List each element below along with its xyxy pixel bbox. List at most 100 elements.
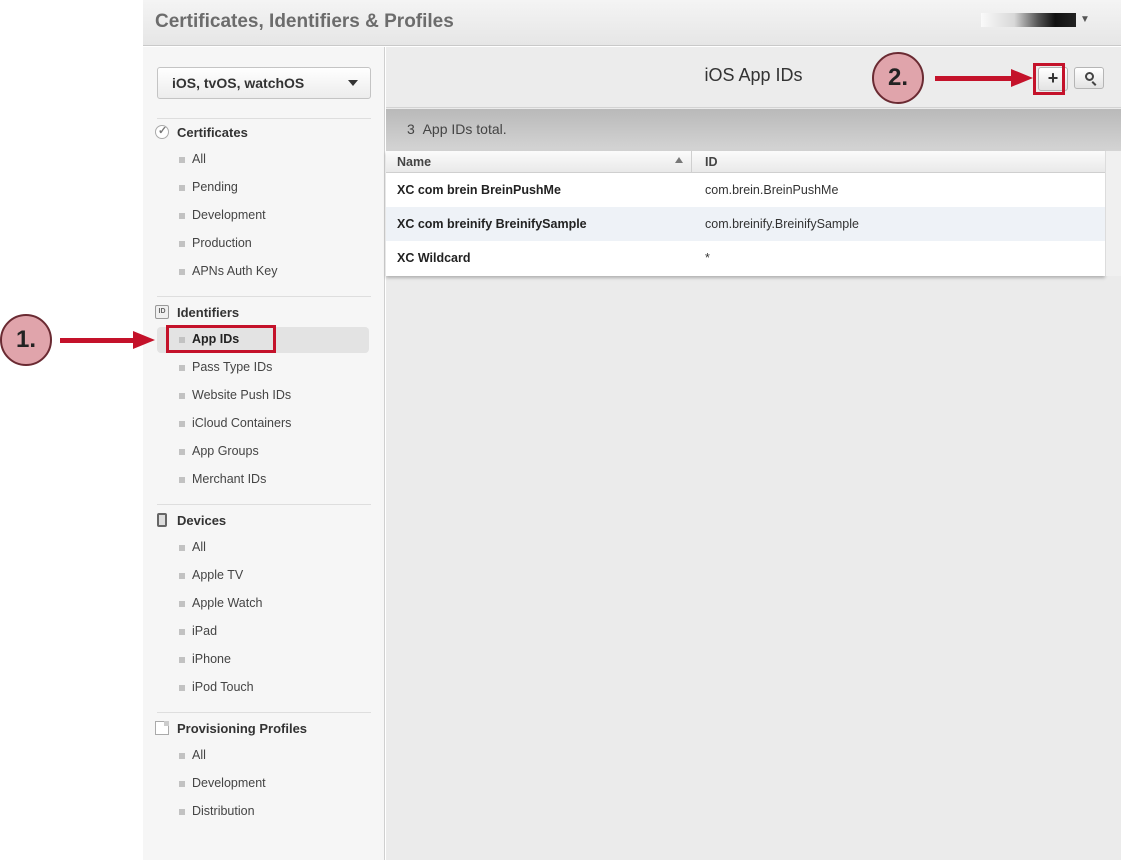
divider	[157, 712, 371, 713]
row-name: XC com breinify BreinifySample	[397, 217, 587, 231]
sidebar-item-certificates-production[interactable]: Production	[157, 231, 369, 257]
device-icon	[157, 513, 167, 527]
bullet-icon	[179, 809, 185, 815]
sidebar-item-label: iPad	[192, 624, 218, 638]
divider	[157, 504, 371, 505]
certificate-icon	[155, 124, 169, 139]
sidebar-item-apple-tv[interactable]: Apple TV	[157, 563, 369, 589]
sidebar-item-profiles-distribution[interactable]: Distribution	[157, 799, 369, 825]
search-icon	[1085, 72, 1094, 81]
section-title: Identifiers	[177, 305, 240, 320]
sidebar-item-website-push-ids[interactable]: Website Push IDs	[157, 383, 369, 409]
sidebar-item-certificates-pending[interactable]: Pending	[157, 175, 369, 201]
column-divider	[691, 151, 692, 173]
sidebar-item-apple-watch[interactable]: Apple Watch	[157, 591, 369, 617]
sidebar-item-label: App Groups	[192, 444, 259, 458]
bullet-icon	[179, 213, 185, 219]
arrow-right-icon	[133, 331, 155, 349]
sidebar-item-label: Distribution	[192, 804, 255, 818]
arrow-line	[935, 76, 1013, 81]
sidebar-item-apns-auth-key[interactable]: APNs Auth Key	[157, 259, 369, 285]
arrow-right-icon	[1011, 69, 1033, 87]
top-header: Certificates, Identifiers & Profiles ▼	[143, 0, 1121, 46]
bullet-icon	[179, 573, 185, 579]
main-panel: iOS App IDs + 3 App IDs total. Name ID X…	[386, 47, 1121, 860]
sidebar-item-label: Apple Watch	[192, 596, 263, 610]
row-id: com.breinify.BreinifySample	[705, 217, 859, 231]
sidebar-item-label: All	[192, 748, 206, 762]
id-icon: ID	[155, 305, 169, 319]
sidebar-item-ipad[interactable]: iPad	[157, 619, 369, 645]
count-bar: 3 App IDs total.	[386, 109, 1121, 151]
bullet-icon	[179, 753, 185, 759]
page: Certificates, Identifiers & Profiles ▼ i…	[0, 0, 1121, 860]
section-title: Provisioning Profiles	[177, 721, 308, 736]
sidebar-item-label: All	[192, 152, 206, 166]
row-id: *	[705, 251, 710, 265]
sidebar-item-label: Production	[192, 236, 252, 250]
sidebar-item-devices-all[interactable]: All	[157, 535, 369, 561]
divider	[157, 296, 371, 297]
sidebar-item-label: Website Push IDs	[192, 388, 292, 402]
highlight-box-add	[1033, 63, 1065, 95]
app-ids-table: Name ID XC com brein BreinPushMe com.bre…	[386, 151, 1105, 276]
bullet-icon	[179, 421, 185, 427]
table-scrollbar[interactable]	[1105, 151, 1121, 276]
bullet-icon	[179, 241, 185, 247]
table-header: Name ID	[386, 151, 1105, 173]
sidebar-item-label: Pass Type IDs	[192, 360, 273, 374]
row-id: com.brein.BreinPushMe	[705, 183, 839, 197]
arrow-line	[60, 338, 135, 343]
sidebar-item-label: Pending	[192, 180, 238, 194]
section-title: Devices	[177, 513, 227, 528]
sidebar-item-icloud-containers[interactable]: iCloud Containers	[157, 411, 369, 437]
bullet-icon	[179, 269, 185, 275]
sidebar-item-label: iPod Touch	[192, 680, 254, 694]
page-title: Certificates, Identifiers & Profiles	[155, 11, 454, 32]
row-name: XC Wildcard	[397, 251, 471, 265]
sidebar-item-label: iCloud Containers	[192, 416, 292, 430]
sidebar-item-label: Development	[192, 208, 266, 222]
table-row[interactable]: XC Wildcard *	[386, 241, 1105, 275]
step-2-marker: 2.	[872, 52, 924, 104]
bullet-icon	[179, 393, 185, 399]
column-header-id[interactable]: ID	[705, 155, 718, 169]
sidebar-item-profiles-development[interactable]: Development	[157, 771, 369, 797]
bullet-icon	[179, 685, 185, 691]
platform-select[interactable]: iOS, tvOS, watchOS	[157, 67, 371, 99]
sidebar-item-iphone[interactable]: iPhone	[157, 647, 369, 673]
chevron-down-icon[interactable]: ▼	[1080, 14, 1090, 25]
bullet-icon	[179, 157, 185, 163]
sidebar-item-certificates-all[interactable]: All	[157, 147, 369, 173]
sidebar-item-label: All	[192, 540, 206, 554]
count-number: 3	[407, 121, 415, 137]
table-row[interactable]: XC com breinify BreinifySample com.brein…	[386, 207, 1105, 241]
profile-icon	[155, 721, 169, 735]
sidebar-item-label: Merchant IDs	[192, 472, 267, 486]
column-header-name[interactable]: Name	[397, 155, 431, 169]
sidebar-item-label: Apple TV	[192, 568, 244, 582]
bullet-icon	[179, 449, 185, 455]
search-button[interactable]	[1074, 67, 1104, 89]
step-1-marker: 1.	[0, 314, 52, 366]
bullet-icon	[179, 601, 185, 607]
sidebar-item-ipod-touch[interactable]: iPod Touch	[157, 675, 369, 701]
sidebar-item-merchant-ids[interactable]: Merchant IDs	[157, 467, 369, 493]
bullet-icon	[179, 781, 185, 787]
divider	[157, 118, 371, 119]
table-row[interactable]: XC com brein BreinPushMe com.brein.Brein…	[386, 173, 1105, 207]
bullet-icon	[179, 365, 185, 371]
sidebar-item-app-groups[interactable]: App Groups	[157, 439, 369, 465]
sidebar-item-label: iPhone	[192, 652, 231, 666]
highlight-box-app-ids	[166, 325, 276, 353]
sidebar-item-certificates-development[interactable]: Development	[157, 203, 369, 229]
section-title: Certificates	[177, 125, 248, 140]
bullet-icon	[179, 477, 185, 483]
bullet-icon	[179, 629, 185, 635]
account-menu[interactable]	[981, 13, 1076, 27]
row-name: XC com brein BreinPushMe	[397, 183, 561, 197]
sidebar-item-profiles-all[interactable]: All	[157, 743, 369, 769]
sidebar-item-label: Development	[192, 776, 266, 790]
sidebar-item-pass-type-ids[interactable]: Pass Type IDs	[157, 355, 369, 381]
sort-ascending-icon[interactable]	[675, 157, 683, 163]
